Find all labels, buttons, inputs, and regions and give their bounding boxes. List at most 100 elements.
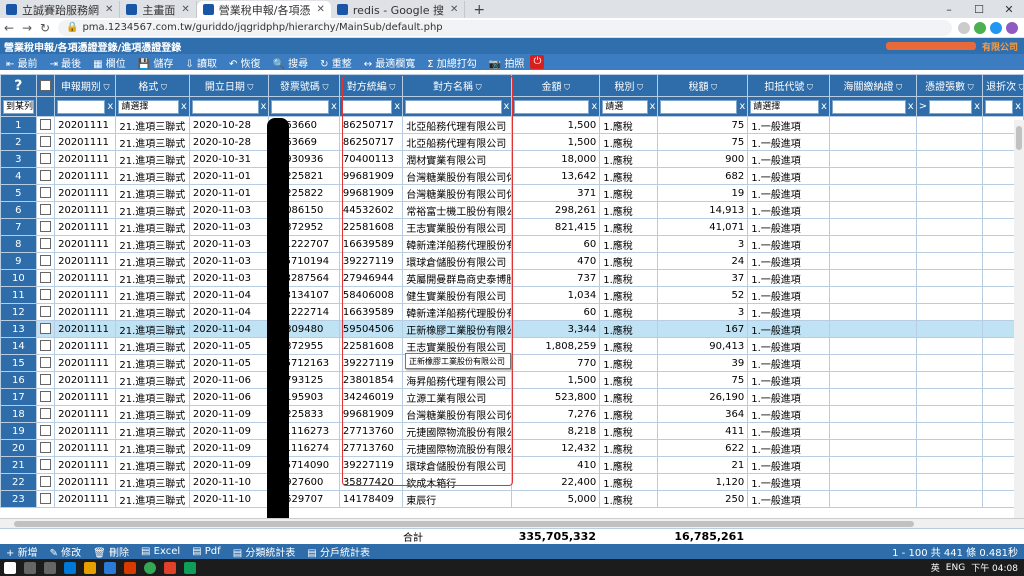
clear-filter-icon[interactable]: x [1015, 101, 1021, 112]
row-checkbox[interactable] [39, 493, 51, 505]
clear-filter-icon[interactable]: x [591, 101, 597, 112]
extension-icon[interactable] [990, 21, 1002, 34]
column-header[interactable]: 退折次 ⛉ [982, 74, 1024, 97]
row-checkbox[interactable] [39, 136, 51, 148]
clear-filter-icon[interactable]: x [261, 101, 267, 112]
toolbar-button-0[interactable]: ⇤ 最前 [0, 55, 44, 70]
clear-filter-icon[interactable]: x [650, 101, 656, 112]
new-tab-button[interactable]: + [465, 2, 493, 18]
clear-filter-icon[interactable]: x [181, 101, 187, 112]
vertical-scrollbar[interactable] [1014, 120, 1024, 520]
app-icon[interactable] [164, 561, 176, 574]
row-checkbox[interactable] [39, 459, 51, 471]
app-icon[interactable] [64, 561, 76, 574]
column-header[interactable]: 申報期別 ⛉ [54, 74, 117, 97]
column-header[interactable]: 發票號碼 ⛉ [268, 74, 340, 97]
row-checkbox[interactable] [39, 238, 51, 250]
column-header[interactable]: 海關繳納證 ⛉ [828, 74, 917, 97]
row-checkbox[interactable] [39, 187, 51, 199]
row-checkbox[interactable] [39, 272, 51, 284]
ime-indicator[interactable]: ENG [946, 563, 965, 573]
taskview-icon[interactable] [44, 561, 56, 574]
row-checkbox[interactable] [39, 340, 51, 352]
column-menu-icon[interactable]: ⛉ [245, 83, 253, 92]
row-checkbox[interactable] [39, 374, 51, 386]
app-icon[interactable] [104, 561, 116, 574]
column-header[interactable]: 格式 ⛉ [115, 74, 190, 97]
row-checkbox[interactable] [39, 408, 51, 420]
toolbar-button-6[interactable]: 🔍 搜尋 [267, 55, 315, 70]
column-header[interactable]: 開立日期 ⛉ [188, 74, 270, 97]
filter-operator[interactable]: > [919, 101, 927, 112]
filter-field[interactable]: 請選擇 x [750, 99, 827, 114]
filter-input[interactable] [831, 99, 906, 114]
maximize-button[interactable]: ☐ [964, 3, 994, 16]
row-checkbox[interactable] [39, 442, 51, 454]
filter-input[interactable] [929, 99, 973, 114]
row-checkbox[interactable] [39, 170, 51, 182]
extension-icon[interactable] [974, 21, 986, 34]
column-header[interactable]: 稅額 ⛉ [657, 74, 749, 97]
row-checkbox[interactable] [39, 476, 51, 488]
column-menu-icon[interactable]: ⛉ [320, 83, 328, 92]
bottom-action-0[interactable]: + 新增 [0, 544, 44, 559]
table-row[interactable]: 23 20201111 21.進項三聯式 2020-11-10 06529707 1417… [0, 490, 1024, 508]
toolbar-button-4[interactable]: ⇩ 讀取 [179, 55, 223, 70]
bottom-action-4[interactable]: ▤ Pdf [186, 546, 227, 557]
toolbar-button-5[interactable]: ↶ 恢復 [223, 55, 267, 70]
clear-filter-icon[interactable]: x [331, 101, 337, 112]
column-menu-icon[interactable]: ⛉ [635, 83, 643, 92]
power-icon[interactable]: ⏻ [530, 55, 545, 69]
bottom-action-6[interactable]: ▤ 分戶統計表 [301, 544, 376, 559]
column-menu-icon[interactable]: ⛉ [562, 83, 570, 92]
tab-close-icon[interactable]: ✕ [175, 4, 189, 15]
row-checkbox[interactable] [39, 391, 51, 403]
reload-icon[interactable]: ↻ [36, 21, 54, 35]
clear-filter-icon[interactable]: x [908, 101, 914, 112]
filter-input[interactable] [191, 99, 259, 114]
search-icon[interactable] [24, 561, 36, 574]
toolbar-button-9[interactable]: Σ 加總打勾 [421, 55, 483, 70]
filter-select[interactable]: 請選擇 [750, 99, 820, 114]
column-menu-icon[interactable]: ⛉ [101, 83, 109, 92]
app-icon[interactable] [84, 561, 96, 574]
toolbar-button-1[interactable]: ⇥ 最後 [44, 55, 88, 70]
horizontal-scrollbar[interactable] [0, 518, 1024, 528]
toolbar-button-2[interactable]: ▦ 欄位 [87, 55, 132, 70]
row-checkbox[interactable] [39, 289, 51, 301]
row-checkbox[interactable] [39, 306, 51, 318]
filter-input[interactable] [660, 99, 738, 114]
filter-field[interactable]: x [660, 99, 745, 114]
input-language[interactable]: 英 [931, 561, 940, 574]
filter-select[interactable]: 請選 [602, 99, 648, 114]
select-all-checkbox[interactable] [39, 79, 51, 91]
row-checkbox[interactable] [39, 255, 51, 267]
profile-icon[interactable] [1006, 21, 1018, 34]
url-field[interactable]: 🔒 pma.1234567.com.tw/guriddo/jqgridphp/h… [58, 19, 952, 36]
bottom-action-2[interactable]: 🗑 刪除 [87, 544, 135, 559]
column-menu-icon[interactable]: ⛉ [1016, 83, 1023, 92]
column-header[interactable]: 稅別 ⛉ [599, 74, 659, 97]
filter-field[interactable]: x [831, 99, 914, 114]
chrome-icon[interactable] [144, 561, 156, 574]
column-header[interactable]: 金額 ⛉ [511, 74, 601, 97]
bottom-action-3[interactable]: ▤ Excel [135, 546, 186, 557]
tab-close-icon[interactable]: ✕ [311, 4, 325, 15]
filter-select[interactable]: 請選擇 [118, 99, 179, 114]
filter-field[interactable]: x [985, 99, 1021, 114]
bottom-action-1[interactable]: ✎ 修改 [44, 544, 88, 559]
filter-field[interactable]: x [191, 99, 267, 114]
row-checkbox[interactable] [39, 357, 51, 369]
row-checkbox[interactable] [39, 204, 51, 216]
back-icon[interactable]: ← [0, 21, 18, 35]
column-menu-icon[interactable]: ⛉ [158, 83, 167, 92]
row-checkbox[interactable] [39, 153, 51, 165]
filter-field[interactable]: 請選擇 x [118, 99, 187, 114]
tab-close-icon[interactable]: ✕ [444, 4, 458, 15]
toolbar-button-10[interactable]: 📷 拍照 [483, 55, 531, 70]
clock-time[interactable]: 下午 04:08 [971, 561, 1018, 574]
close-window-button[interactable]: ✕ [994, 3, 1024, 16]
browser-tab[interactable]: 主畫面 ✕ [120, 1, 197, 18]
filter-field[interactable]: x [57, 99, 113, 114]
filter-field[interactable]: 請選 x [602, 99, 656, 114]
